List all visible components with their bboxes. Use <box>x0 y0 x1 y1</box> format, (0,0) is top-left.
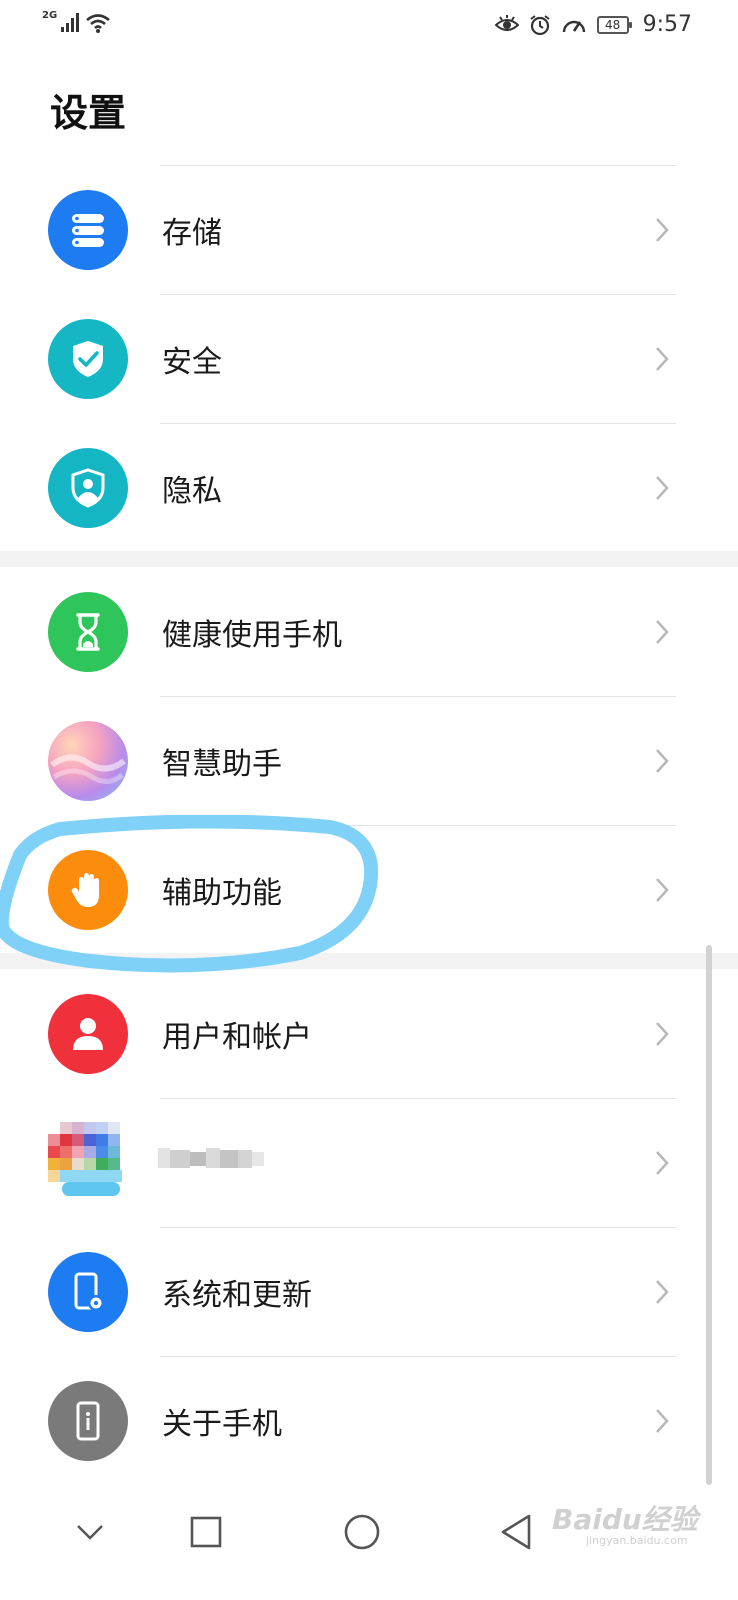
blurred-app-icon <box>48 1122 134 1206</box>
settings-item-label: 存储 <box>162 215 222 251</box>
watermark-brand: Baidu经验 <box>552 1503 698 1536</box>
settings-item-accessibility[interactable]: 辅助功能 <box>0 825 738 954</box>
nav-home-button[interactable] <box>332 1502 392 1562</box>
triangle-back-icon <box>501 1514 531 1550</box>
hand-icon <box>48 849 128 930</box>
divider <box>160 1356 676 1357</box>
settings-item-blurred[interactable] <box>0 1098 738 1227</box>
settings-item-label: 安全 <box>162 344 222 380</box>
settings-item-security[interactable]: 安全 <box>0 294 738 423</box>
signal-icon <box>61 13 80 32</box>
page-title: 设置 <box>50 91 127 135</box>
blurred-label <box>158 1142 268 1176</box>
settings-item-storage[interactable]: 存储 <box>0 165 738 294</box>
settings-item-users-accounts[interactable]: 用户和帐户 <box>0 969 738 1098</box>
hourglass-icon <box>48 591 128 672</box>
nav-back-button[interactable] <box>486 1502 546 1562</box>
speed-icon <box>562 20 585 32</box>
phone-settings-icon <box>48 1251 128 1332</box>
status-bar: 2G 48 9:57 <box>0 0 738 50</box>
privacy-icon <box>48 447 128 528</box>
chevron-right-icon <box>656 877 669 902</box>
settings-item-system-update[interactable]: 系统和更新 <box>0 1227 738 1356</box>
chevron-right-icon <box>656 217 669 242</box>
settings-item-label: 关于手机 <box>162 1406 282 1442</box>
divider <box>160 696 676 697</box>
chevron-right-icon <box>656 1021 669 1046</box>
storage-icon <box>48 189 128 270</box>
nav-collapse-button[interactable] <box>60 1502 120 1562</box>
settings-item-label: 智慧助手 <box>162 746 282 782</box>
chevron-down-icon <box>77 1525 103 1540</box>
status-time: 9:57 <box>642 12 692 37</box>
wifi-icon <box>86 14 110 33</box>
divider <box>160 423 676 424</box>
circle-icon <box>344 1514 380 1550</box>
shield-check-icon <box>48 318 128 399</box>
settings-group-1: 存储 安全 隐私 <box>0 165 738 552</box>
settings-item-about-phone[interactable]: 关于手机 <box>0 1356 738 1485</box>
divider <box>160 294 676 295</box>
settings-group-2: 健康使用手机 智慧助手 辅助功能 <box>0 567 738 954</box>
chevron-right-icon <box>656 475 669 500</box>
chevron-right-icon <box>656 346 669 371</box>
section-separator <box>0 551 738 567</box>
chevron-right-icon <box>656 1408 669 1433</box>
chevron-right-icon <box>656 619 669 644</box>
chevron-right-icon <box>656 1279 669 1304</box>
divider <box>160 1227 676 1228</box>
settings-item-digital-balance[interactable]: 健康使用手机 <box>0 567 738 696</box>
settings-item-label: 健康使用手机 <box>162 617 342 653</box>
assistant-icon <box>48 720 128 801</box>
nav-recents-button[interactable] <box>176 1502 236 1562</box>
chevron-right-icon <box>656 1150 669 1175</box>
watermark-url: jingyan.baidu.com <box>586 1534 688 1547</box>
divider <box>160 165 676 166</box>
settings-item-privacy[interactable]: 隐私 <box>0 423 738 552</box>
square-icon <box>190 1516 222 1548</box>
alarm-icon <box>529 14 550 35</box>
settings-item-label: 用户和帐户 <box>162 1019 312 1055</box>
eye-comfort-icon <box>494 14 519 31</box>
divider <box>160 825 676 826</box>
divider <box>160 1098 676 1099</box>
phone-info-icon <box>48 1380 128 1461</box>
status-left: 2G <box>42 10 111 34</box>
user-icon <box>48 993 128 1074</box>
section-separator <box>0 953 738 969</box>
settings-item-smart-assistant[interactable]: 智慧助手 <box>0 696 738 825</box>
scrollbar[interactable] <box>706 945 712 1485</box>
settings-group-3: 用户和帐户 系统和更新 关于手机 <box>0 969 738 1485</box>
chevron-right-icon <box>656 748 669 773</box>
network-type: 2G <box>42 10 58 21</box>
status-right: 48 9:57 <box>494 12 692 37</box>
settings-item-label: 系统和更新 <box>162 1277 312 1313</box>
settings-item-label: 辅助功能 <box>162 875 282 911</box>
settings-item-label: 隐私 <box>162 473 222 509</box>
battery-indicator: 48 <box>596 15 632 34</box>
